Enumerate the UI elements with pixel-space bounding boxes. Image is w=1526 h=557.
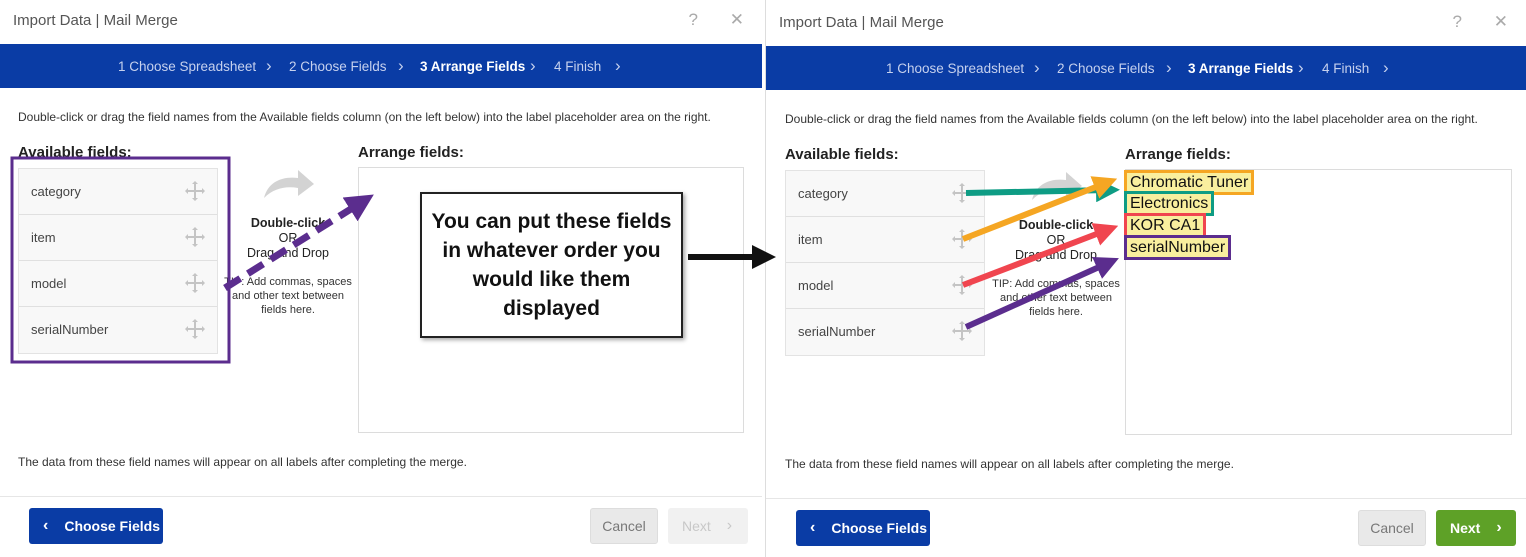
- field-item-item[interactable]: item: [19, 215, 217, 261]
- step-choose-spreadsheet[interactable]: 1 Choose Spreadsheet: [118, 59, 256, 74]
- move-icon[interactable]: [183, 317, 207, 341]
- cancel-button-label: Cancel: [602, 518, 646, 534]
- arrange-fields-heading: Arrange fields:: [358, 144, 464, 161]
- wizard-steps: 1 Choose Spreadsheet › 2 Choose Fields ›…: [766, 46, 1526, 90]
- help-icon[interactable]: ?: [689, 10, 698, 30]
- field-name: item: [798, 232, 823, 247]
- hint-drag-drop: Drag and Drop: [247, 246, 329, 260]
- dialog-title: Import Data | Mail Merge: [779, 14, 944, 31]
- chevron-right-icon: ›: [726, 517, 733, 534]
- close-icon[interactable]: ✕: [1494, 12, 1508, 32]
- title-bar: Import Data | Mail Merge ? ✕: [766, 2, 1526, 46]
- footer-divider: [0, 496, 762, 497]
- chevron-right-icon: ›: [1166, 58, 1172, 77]
- title-bar: Import Data | Mail Merge ? ✕: [0, 0, 762, 44]
- field-item-serialnumber[interactable]: serialNumber: [19, 307, 217, 353]
- chevron-right-icon: ›: [266, 56, 272, 75]
- move-icon[interactable]: [183, 179, 207, 203]
- field-item-model[interactable]: model: [786, 263, 984, 309]
- instructions-text: Double-click or drag the field names fro…: [785, 112, 1478, 126]
- merge-note: The data from these field names will app…: [785, 457, 1234, 471]
- next-button-label: Next: [682, 518, 711, 534]
- chevron-right-icon: ›: [398, 56, 404, 75]
- field-name: category: [31, 184, 81, 199]
- drag-hint: Double-click OR Drag and Drop TIP: Add c…: [223, 216, 353, 317]
- move-icon[interactable]: [950, 319, 974, 343]
- step-choose-spreadsheet[interactable]: 1 Choose Spreadsheet: [886, 61, 1024, 76]
- dialog-before: Import Data | Mail Merge ? ✕ 1 Choose Sp…: [0, 0, 762, 557]
- dialog-after: Import Data | Mail Merge ? ✕ 1 Choose Sp…: [765, 0, 1526, 557]
- chevron-left-icon: ‹: [810, 519, 816, 536]
- step-choose-fields[interactable]: 2 Choose Fields: [289, 59, 387, 74]
- label-placeholder-area[interactable]: Chromatic Tuner Electronics KOR CA1 seri…: [1124, 169, 1512, 435]
- help-icon[interactable]: ?: [1453, 12, 1462, 32]
- chevron-right-icon: ›: [615, 56, 621, 75]
- hint-double-click: Double-click: [1018, 218, 1094, 232]
- available-fields-list: category item model serialNumber: [785, 170, 985, 356]
- move-icon[interactable]: [950, 181, 974, 205]
- merge-note: The data from these field names will app…: [18, 455, 467, 469]
- wizard-steps: 1 Choose Spreadsheet › 2 Choose Fields ›…: [0, 44, 762, 88]
- step-choose-fields[interactable]: 2 Choose Fields: [1057, 61, 1155, 76]
- cancel-button-label: Cancel: [1370, 520, 1414, 536]
- hint-double-click: Double-click: [250, 216, 326, 230]
- field-name: serialNumber: [31, 322, 109, 337]
- hint-tip: TIP: Add commas, spaces and other text b…: [224, 276, 352, 316]
- move-icon[interactable]: [950, 227, 974, 251]
- back-button-label: Choose Fields: [64, 518, 161, 534]
- annotation-callout: You can put these fields in whatever ord…: [420, 192, 683, 338]
- step-finish[interactable]: 4 Finish: [1322, 61, 1369, 76]
- step-finish[interactable]: 4 Finish: [554, 59, 601, 74]
- footer-divider: [766, 498, 1526, 499]
- available-fields-heading: Available fields:: [785, 146, 899, 163]
- next-button-label: Next: [1450, 520, 1481, 536]
- hint-or: OR: [1046, 233, 1066, 247]
- available-fields-heading: Available fields:: [18, 144, 132, 161]
- field-name: model: [798, 278, 834, 293]
- step-arrange-fields[interactable]: 3 Arrange Fields: [420, 59, 525, 74]
- back-choose-fields-button[interactable]: ‹ Choose Fields: [29, 508, 163, 544]
- curved-arrow-icon: [1032, 172, 1082, 200]
- curved-arrow-icon: [264, 170, 314, 198]
- chevron-right-icon: ›: [1298, 58, 1304, 77]
- cancel-button[interactable]: Cancel: [590, 508, 658, 544]
- field-item-item[interactable]: item: [786, 217, 984, 263]
- field-item-model[interactable]: model: [19, 261, 217, 307]
- field-name: model: [31, 276, 67, 291]
- next-button[interactable]: Next ›: [1436, 510, 1516, 546]
- back-button-label: Choose Fields: [831, 520, 928, 536]
- field-item-serialnumber[interactable]: serialNumber: [786, 309, 984, 355]
- arrange-fields-heading: Arrange fields:: [1125, 146, 1231, 163]
- drag-hint: Double-click OR Drag and Drop TIP: Add c…: [991, 218, 1121, 319]
- chevron-right-icon: ›: [1383, 58, 1389, 77]
- field-item-category[interactable]: category: [786, 171, 984, 217]
- chevron-right-icon: ›: [1034, 58, 1040, 77]
- field-name: category: [798, 186, 848, 201]
- hint-or: OR: [278, 231, 298, 245]
- field-name: serialNumber: [798, 324, 876, 339]
- dialog-title: Import Data | Mail Merge: [13, 12, 178, 29]
- field-name: item: [31, 230, 56, 245]
- chevron-right-icon: ›: [530, 56, 536, 75]
- next-button-disabled[interactable]: Next ›: [668, 508, 748, 544]
- move-icon[interactable]: [183, 225, 207, 249]
- available-fields-list: category item model serialNumber: [18, 168, 218, 354]
- hint-tip: TIP: Add commas, spaces and other text b…: [992, 278, 1120, 318]
- chevron-left-icon: ‹: [43, 517, 49, 534]
- move-icon[interactable]: [183, 271, 207, 295]
- cancel-button[interactable]: Cancel: [1358, 510, 1426, 546]
- chevron-right-icon: ›: [1496, 519, 1502, 536]
- close-icon[interactable]: ✕: [730, 10, 744, 30]
- hint-drag-drop: Drag and Drop: [1015, 248, 1097, 262]
- instructions-text: Double-click or drag the field names fro…: [18, 110, 711, 124]
- field-item-category[interactable]: category: [19, 169, 217, 215]
- back-choose-fields-button[interactable]: ‹ Choose Fields: [796, 510, 930, 546]
- move-icon[interactable]: [950, 273, 974, 297]
- step-arrange-fields[interactable]: 3 Arrange Fields: [1188, 61, 1293, 76]
- placed-field-serialnumber[interactable]: serialNumber: [1124, 235, 1232, 260]
